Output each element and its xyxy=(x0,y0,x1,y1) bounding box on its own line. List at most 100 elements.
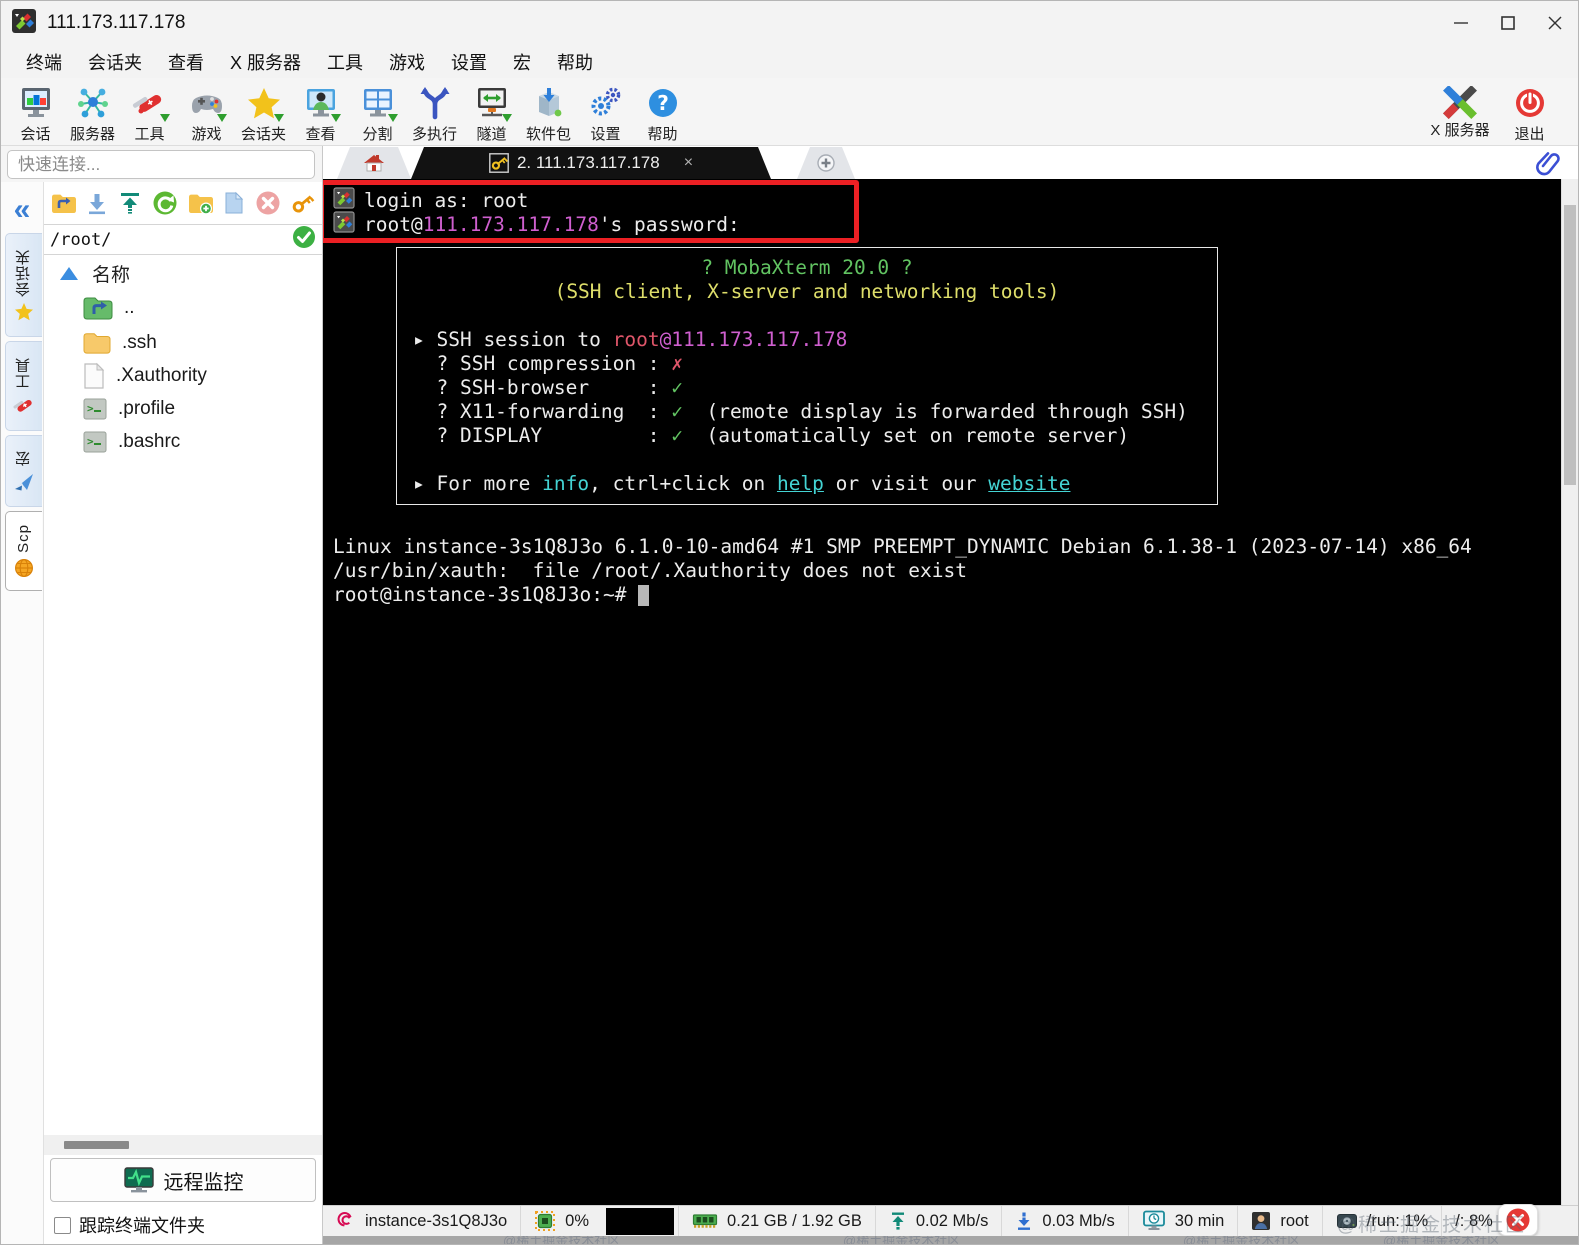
split-icon xyxy=(359,84,398,122)
password-host-ip: 111.173.117.178 xyxy=(422,213,599,236)
file-list-header[interactable]: 名称 xyxy=(44,257,322,289)
minimize-button[interactable] xyxy=(1437,1,1484,45)
user-avatar-icon xyxy=(1252,1212,1271,1230)
banner-footer-line: ▸ For more info, ctrl+click on help or v… xyxy=(413,472,1071,495)
file-row-ssh[interactable]: .ssh xyxy=(44,326,322,359)
home-icon xyxy=(363,153,385,173)
globe-icon xyxy=(14,558,33,577)
sidebar-tab-scp[interactable]: Scp xyxy=(4,511,42,591)
new-folder-button[interactable] xyxy=(187,190,213,216)
banner-item-browser: ? SSH-browser : ✓ xyxy=(413,376,684,399)
toolbar-settings-button[interactable]: 设置 xyxy=(577,82,634,144)
toolbar-servers-button[interactable]: 服务器 xyxy=(64,82,121,144)
collapse-sidebar-button[interactable]: « xyxy=(5,188,39,232)
download-button[interactable] xyxy=(85,190,109,216)
status-upload-speed: 0.02 Mb/s xyxy=(876,1206,1003,1236)
toolbar-tunneling-button[interactable]: 隧道 xyxy=(463,82,520,144)
close-button[interactable] xyxy=(1531,1,1578,45)
menu-terminal[interactable]: 终端 xyxy=(13,46,75,78)
key-button[interactable] xyxy=(290,190,316,216)
path-bar[interactable]: /root/ xyxy=(44,224,322,255)
menu-games[interactable]: 游戏 xyxy=(376,46,438,78)
sftp-toolbar xyxy=(44,182,322,224)
home-tab[interactable] xyxy=(337,147,411,179)
go-up-folder-button[interactable] xyxy=(50,190,76,216)
website-link[interactable]: website xyxy=(988,472,1070,495)
quick-connect-input[interactable] xyxy=(7,150,315,179)
shell-script-icon: > xyxy=(83,398,107,419)
scrollbar-thumb[interactable] xyxy=(64,1141,129,1149)
menu-sessions[interactable]: 会话夹 xyxy=(75,46,155,78)
sidebar-tab-tools[interactable]: 工具 xyxy=(4,341,42,431)
toolbar-multiexec-button[interactable]: 多执行 xyxy=(406,82,463,144)
toolbar-games-button[interactable]: 游戏 xyxy=(178,82,235,144)
cpu-icon xyxy=(535,1211,556,1231)
tab-close-icon[interactable]: × xyxy=(684,154,693,172)
upload-button[interactable] xyxy=(118,190,142,216)
horizontal-scrollbar[interactable] xyxy=(44,1135,322,1155)
svg-text:>: > xyxy=(87,435,94,448)
maximize-button[interactable] xyxy=(1484,1,1531,45)
swiss-knife-icon xyxy=(13,399,32,412)
toolbar-session-button[interactable]: 会话 xyxy=(7,82,64,144)
menu-view[interactable]: 查看 xyxy=(155,46,217,78)
file-row-bashrc[interactable]: > .bashrc xyxy=(44,425,322,458)
menu-macros[interactable]: 宏 xyxy=(500,46,544,78)
bottom-watermark-band: @稀土掘金技术社区 @稀土掘金技术社区 @稀土掘金技术社区 @稀土掘金技术社区 xyxy=(323,1236,1578,1244)
refresh-button[interactable] xyxy=(152,190,178,216)
sort-ascending-icon xyxy=(60,266,78,280)
menu-settings[interactable]: 设置 xyxy=(438,46,500,78)
attachments-paperclip-icon[interactable] xyxy=(1536,150,1562,181)
new-file-button[interactable] xyxy=(222,190,246,216)
new-tab-button[interactable] xyxy=(797,147,855,179)
menu-tools[interactable]: 工具 xyxy=(314,46,376,78)
current-path: /root/ xyxy=(50,229,112,250)
file-row-profile[interactable]: > .profile xyxy=(44,392,322,425)
menu-help[interactable]: 帮助 xyxy=(544,46,606,78)
remote-monitoring-button[interactable]: 远程监控 xyxy=(50,1158,316,1202)
toolbar-xserver-button[interactable]: X 服务器 xyxy=(1427,82,1493,144)
file-row-xauthority[interactable]: .Xauthority xyxy=(44,359,322,392)
terminal-screen[interactable]: login as: root root@ 111.173.117.178's pa… xyxy=(323,179,1578,1205)
toolbar-view-button[interactable]: 查看 xyxy=(292,82,349,144)
window-title: 111.173.117.178 xyxy=(47,12,186,33)
follow-terminal-folder-option[interactable]: 跟踪终端文件夹 xyxy=(44,1206,322,1244)
file-icon xyxy=(84,362,105,389)
toolbar-tools-button[interactable]: 工具 xyxy=(121,82,178,144)
terminal-scrollbar-thumb[interactable] xyxy=(1564,205,1576,485)
remote-monitor-icon xyxy=(123,1167,154,1193)
terminal-cursor xyxy=(638,584,650,606)
status-disk-root: /: 8% xyxy=(1455,1211,1493,1230)
help-link[interactable]: help xyxy=(777,472,824,495)
uptime-clock-icon xyxy=(1142,1210,1165,1230)
disk-icon xyxy=(1336,1214,1357,1228)
settings-gears-icon xyxy=(587,84,625,122)
banner-title: ? MobaXterm 20.0 ? xyxy=(701,256,913,279)
toolbar-packages-button[interactable]: 软件包 xyxy=(520,82,577,144)
toolbar-exit-button[interactable]: 退出 xyxy=(1501,82,1558,144)
terminal-scrollbar[interactable] xyxy=(1561,179,1578,1205)
banner-session-line: ▸ SSH session to root@111.173.117.178 xyxy=(413,328,848,351)
toolbar-split-button[interactable]: 分割 xyxy=(349,82,406,144)
sidebar-tab-strip: « 会话夹 工具 宏 Scp xyxy=(1,182,43,1244)
follow-terminal-checkbox[interactable] xyxy=(54,1216,71,1234)
toolbar-help-button[interactable]: ? 帮助 xyxy=(634,82,691,144)
status-close-button[interactable] xyxy=(1498,1204,1538,1236)
file-row-parent[interactable]: .. xyxy=(44,289,322,326)
sidebar-tab-macros[interactable]: 宏 xyxy=(4,435,42,507)
mobaxterm-mini-icon xyxy=(333,211,355,239)
prompt-line: root@instance-3s1Q8J3o:~# xyxy=(333,583,1552,607)
title-bar: 111.173.117.178 xyxy=(1,1,1578,45)
toolbar: 会话 服务器 工具 游戏 会话夹 查看 分割 多执行 隧道 软件包 设置 ? 帮… xyxy=(1,78,1578,146)
delete-button[interactable] xyxy=(255,190,281,216)
info-link[interactable]: info xyxy=(542,472,589,495)
paper-plane-icon xyxy=(14,473,33,490)
menu-bar: 终端 会话夹 查看 X 服务器 工具 游戏 设置 宏 帮助 xyxy=(1,45,1578,78)
menu-xserver[interactable]: X 服务器 xyxy=(217,46,314,78)
sidebar-tab-sessions[interactable]: 会话夹 xyxy=(4,233,42,337)
multiexec-icon xyxy=(416,84,454,122)
toolbar-sessions-folder-button[interactable]: 会话夹 xyxy=(235,82,292,144)
active-session-tab[interactable]: 2. 111.173.117.178 × xyxy=(411,147,771,179)
red-close-icon xyxy=(1506,1208,1530,1232)
view-icon xyxy=(302,84,341,122)
